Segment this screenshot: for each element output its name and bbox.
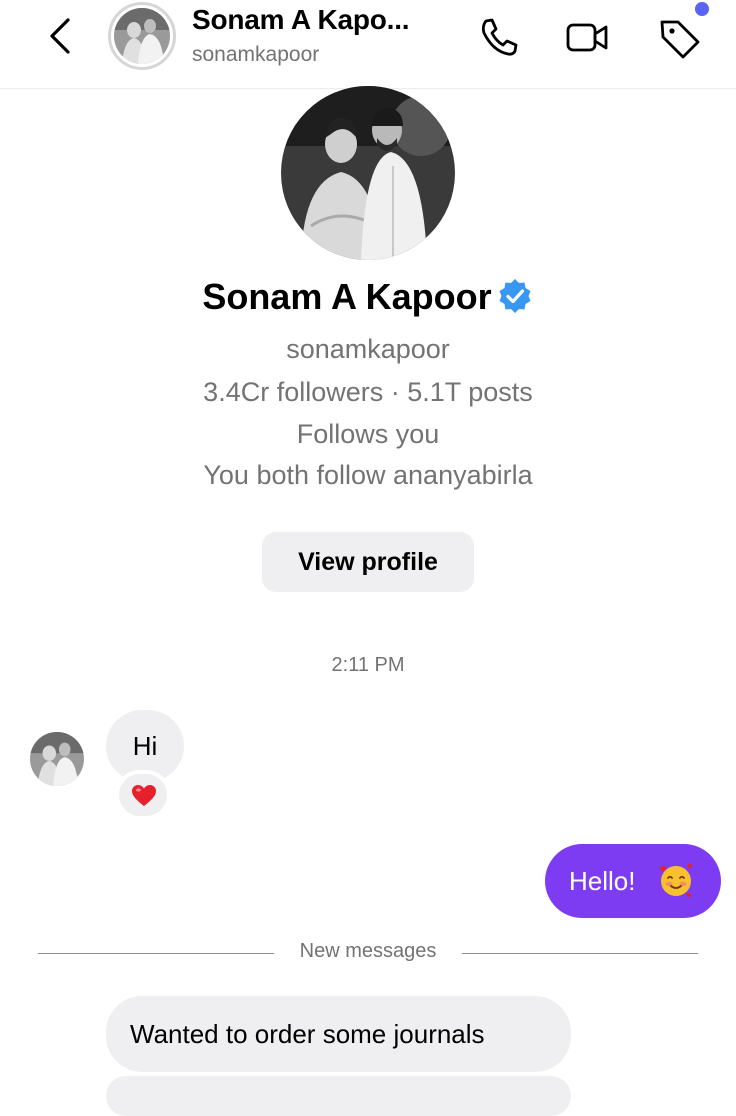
video-camera-icon[interactable] <box>564 14 610 60</box>
follows-you-label: Follows you <box>296 419 440 449</box>
profile-photo[interactable] <box>281 86 455 260</box>
tag-icon[interactable] <box>656 14 702 60</box>
back-chevron-icon[interactable] <box>40 14 84 58</box>
profile-name: Sonam A Kapoor <box>0 276 736 318</box>
phone-icon[interactable] <box>476 14 522 60</box>
profile-stats: 3.4Cr followers · 5.1T posts <box>203 377 533 407</box>
red-heart-icon <box>132 785 156 806</box>
message-timestamp: 2:11 PM <box>331 654 405 676</box>
verified-badge-icon <box>499 279 531 313</box>
new-messages-divider-right <box>462 953 698 954</box>
couple-photo-icon <box>114 8 170 64</box>
sender-avatar[interactable] <box>30 732 84 786</box>
message-reaction[interactable] <box>115 770 171 820</box>
header-name[interactable]: Sonam A Kapo... <box>192 4 410 36</box>
new-messages-label: New messages <box>299 940 437 962</box>
incoming-message-bubble[interactable]: Wanted to order some journals <box>106 996 571 1072</box>
profile-name-text: Sonam A Kapoor <box>202 276 492 317</box>
chat-header: Sonam A Kapo... sonamkapoor <box>0 0 736 89</box>
couple-photo-icon <box>30 732 84 786</box>
notification-dot <box>695 2 709 16</box>
mutual-follow-label: You both follow ananyabirla <box>203 460 533 490</box>
incoming-message-bubble-partial[interactable] <box>106 1076 571 1116</box>
outgoing-message-text: Hello! <box>569 866 636 896</box>
smiling-face-with-hearts-icon <box>660 864 693 898</box>
header-username[interactable]: sonamkapoor <box>192 43 319 67</box>
header-avatar[interactable] <box>108 2 176 70</box>
couple-photo-icon <box>281 86 455 260</box>
view-profile-button[interactable]: View profile <box>262 532 474 592</box>
outgoing-message-bubble[interactable]: Hello! <box>545 844 721 918</box>
profile-username: sonamkapoor <box>286 334 450 364</box>
